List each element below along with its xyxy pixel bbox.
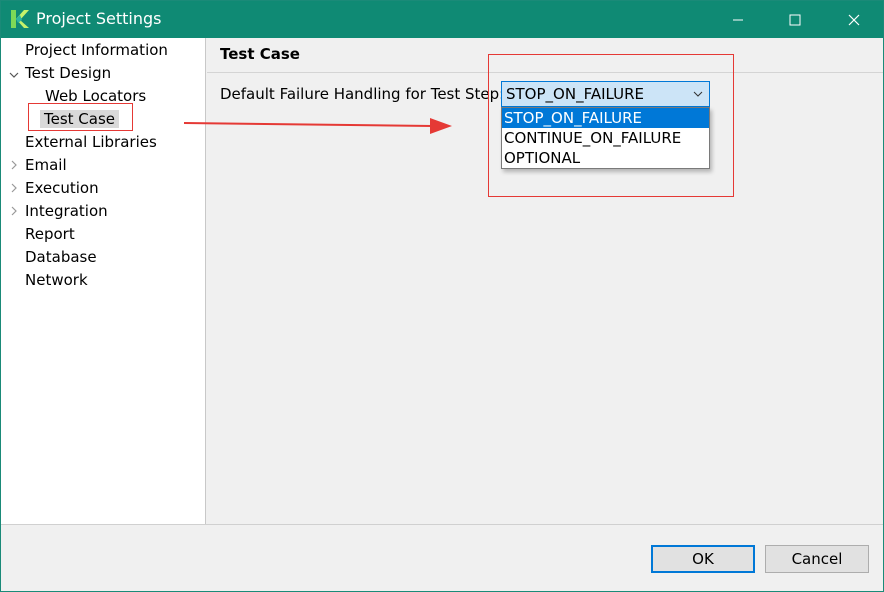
tree-item-test-design[interactable]: Test Design	[25, 62, 111, 84]
tree-item-label: Network	[25, 271, 88, 289]
tree-item-report[interactable]: Report	[25, 223, 75, 245]
divider	[207, 72, 883, 73]
tree-item-test-case[interactable]: Test Case	[40, 108, 120, 130]
chevron-right-icon[interactable]	[9, 160, 19, 170]
project-settings-window: Project Settings Project Information Tes…	[0, 0, 884, 592]
chevron-right-icon[interactable]	[9, 206, 19, 216]
minimize-button[interactable]	[715, 1, 761, 38]
tree-item-label: Project Information	[25, 41, 168, 59]
dropdown-option-stop-on-failure[interactable]: STOP_ON_FAILURE	[502, 108, 709, 128]
close-icon	[848, 14, 860, 25]
chevron-right-icon[interactable]	[9, 183, 19, 193]
tree-item-execution[interactable]: Execution	[25, 177, 99, 199]
tree-item-web-locators[interactable]: Web Locators	[45, 85, 146, 107]
tree-item-network[interactable]: Network	[25, 269, 88, 291]
title-bar[interactable]: Project Settings	[1, 1, 883, 38]
window-title: Project Settings	[36, 9, 162, 28]
cancel-button[interactable]: Cancel	[765, 545, 869, 573]
tree-item-project-information[interactable]: Project Information	[25, 39, 168, 61]
failure-handling-select[interactable]: STOP_ON_FAILURE	[501, 81, 710, 107]
tree-item-label: Test Case	[40, 110, 120, 128]
tree-item-label: Execution	[25, 179, 99, 197]
tree-item-database[interactable]: Database	[25, 246, 97, 268]
close-button[interactable]	[831, 1, 877, 38]
katalon-logo-icon	[11, 10, 29, 28]
failure-handling-dropdown: STOP_ON_FAILURE CONTINUE_ON_FAILURE OPTI…	[501, 107, 710, 169]
page-title: Test Case	[220, 45, 300, 63]
tree-item-label: Integration	[25, 202, 108, 220]
tree-item-label: Web Locators	[45, 87, 147, 105]
settings-tree: Project Information Test Design Web Loca…	[1, 38, 206, 524]
dropdown-option-continue-on-failure[interactable]: CONTINUE_ON_FAILURE	[502, 128, 709, 148]
tree-item-integration[interactable]: Integration	[25, 200, 108, 222]
settings-content-panel: Test Case Default Failure Handling for T…	[207, 38, 883, 524]
tree-item-external-libraries[interactable]: External Libraries	[25, 131, 157, 153]
dialog-footer: OK Cancel	[1, 524, 883, 591]
maximize-icon	[789, 14, 801, 25]
failure-handling-label: Default Failure Handling for Test Step:	[220, 85, 505, 103]
chevron-down-icon	[693, 91, 703, 97]
tree-item-label: Email	[25, 156, 67, 174]
minimize-icon	[733, 19, 743, 20]
tree-item-email[interactable]: Email	[25, 154, 67, 176]
maximize-button[interactable]	[772, 1, 818, 38]
dropdown-option-optional[interactable]: OPTIONAL	[502, 148, 709, 168]
tree-item-label: External Libraries	[25, 133, 157, 151]
ok-button[interactable]: OK	[651, 545, 755, 573]
tree-item-label: Test Design	[25, 64, 112, 82]
chevron-down-icon[interactable]	[9, 70, 19, 80]
tree-item-label: Report	[25, 225, 75, 243]
select-value: STOP_ON_FAILURE	[506, 85, 644, 103]
tree-item-label: Database	[25, 248, 97, 266]
